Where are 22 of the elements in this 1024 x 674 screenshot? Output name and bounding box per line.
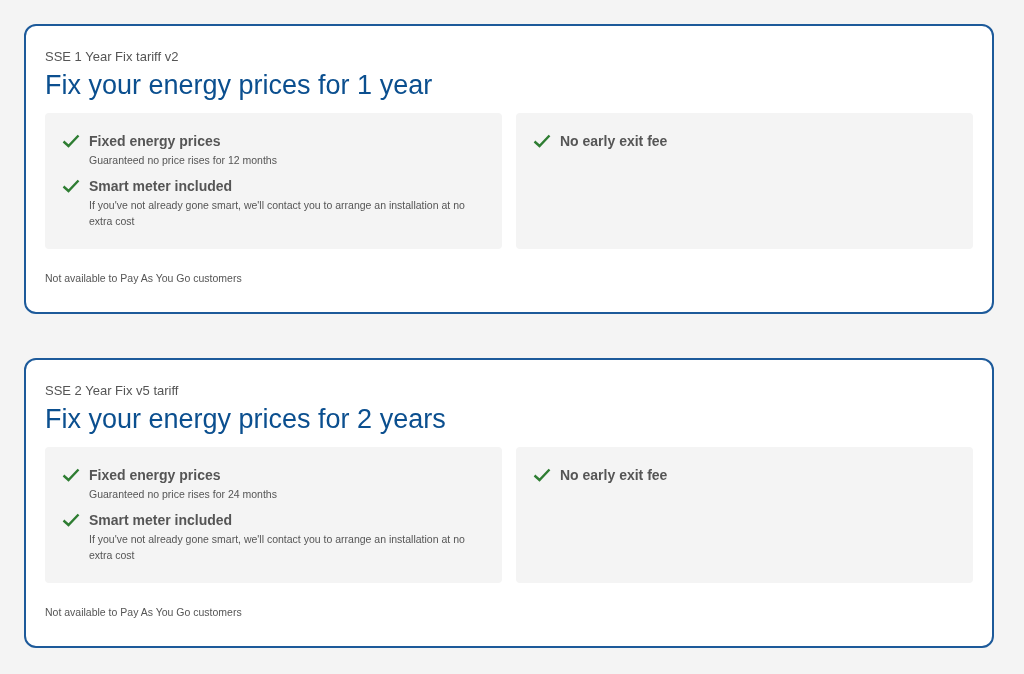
benefit-description: If you've not already gone smart, we'll contact you to arrange an installation at no extra cost [89,198,466,229]
benefit-description: Guaranteed no price rises for 12 months [89,153,277,168]
benefit-description: If you've not already gone smart, we'll contact you to arrange an installation at no extra cost [89,532,466,563]
availability-note: Not available to Pay As You Go customers [45,605,242,620]
benefit-description: Guaranteed no price rises for 24 months [89,487,277,502]
check-icon [62,134,80,148]
benefit-title: Smart meter included [89,178,233,194]
check-icon [62,513,80,527]
benefit-title: Fixed energy prices [89,467,221,483]
check-icon [533,468,551,482]
benefit-title: Smart meter included [89,512,233,528]
check-icon [533,134,551,148]
check-icon [62,179,80,193]
tariff-heading: Fix your energy prices for 1 year [45,69,433,102]
benefit-title: Fixed energy prices [89,133,221,149]
benefit-title: No early exit fee [560,133,668,149]
tariff-name: SSE 2 Year Fix v5 tariff [45,382,179,400]
availability-note: Not available to Pay As You Go customers [45,271,242,286]
tariff-name: SSE 1 Year Fix tariff v2 [45,48,179,66]
benefit-title: No early exit fee [560,467,668,483]
tariff-heading: Fix your energy prices for 2 years [45,403,446,436]
check-icon [62,468,80,482]
